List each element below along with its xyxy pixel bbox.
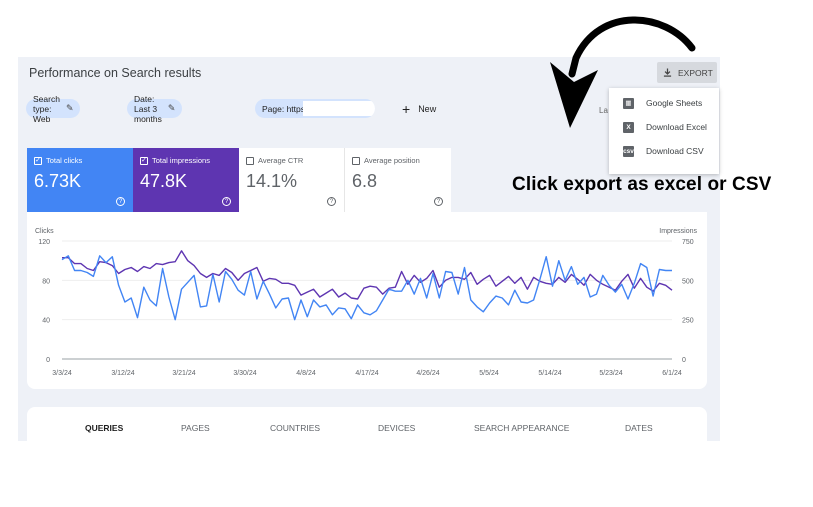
search-type-label: Search type: Web [33,93,60,124]
metric-card-total-impressions[interactable]: ✓ Total impressions 47.8K ? [133,148,239,212]
right-tick-label: 750 [682,239,694,246]
menu-item-label: Download CSV [646,146,704,156]
page-url-field[interactable] [303,101,375,116]
new-filter-button[interactable]: + New [402,102,436,116]
x-tick-label: 3/12/24 [111,370,134,377]
metric-card-average-position[interactable]: Average position 6.8 ? [345,148,451,212]
new-label: New [418,104,437,114]
dimension-tabs: QUERIES PAGES COUNTRIES DEVICES SEARCH A… [27,407,707,441]
metric-label: Total impressions [152,156,210,165]
right-tick-label: 250 [682,318,694,325]
x-tick-label: 4/8/24 [296,370,316,377]
performance-chart: 0 40 80 120 0 250 500 750 Clicks Impressions 3/3/2… [27,212,707,389]
x-tick-label: 5/5/24 [479,370,499,377]
x-tick-label: 3/3/24 [52,370,72,377]
date-chip[interactable]: Date: Last 3 months ✎ [127,94,183,124]
tab-devices[interactable]: DEVICES [378,423,415,433]
left-tick-label: 0 [46,357,50,364]
x-tick-label: 5/14/24 [538,370,561,377]
csv-icon: csv [623,145,634,157]
page-filter-chip[interactable]: Page: https:/ [255,99,375,118]
metric-label: Average CTR [258,156,304,165]
left-tick-label: 120 [38,239,50,246]
search-type-chip[interactable]: Search type: Web ✎ [26,94,81,124]
x-tick-label: 6/1/24 [662,370,682,377]
checkbox-empty-icon[interactable] [352,156,360,165]
instruction-caption: Click export as excel or CSV [512,174,772,195]
x-tick-label: 4/17/24 [355,370,378,377]
left-tick-label: 80 [42,278,50,285]
metric-label: Total clicks [46,156,83,165]
help-icon[interactable]: ? [116,197,125,206]
checkbox-empty-icon[interactable] [246,156,254,165]
impressions-series-line [62,250,673,300]
x-tick-label: 4/26/24 [416,370,439,377]
tab-countries[interactable]: COUNTRIES [270,423,320,433]
help-icon[interactable]: ? [222,197,231,206]
metric-value: 6.8 [352,171,378,191]
x-tick-label: 3/30/24 [233,370,256,377]
curved-arrow-icon [550,16,696,128]
tab-queries[interactable]: QUERIES [85,423,123,433]
date-label: Date: Last 3 months [134,93,162,124]
right-axis-label: Impressions [659,228,697,235]
help-icon[interactable]: ? [327,197,336,206]
plus-icon: + [402,101,411,117]
checkbox-checked-icon[interactable]: ✓ [140,156,148,165]
tab-pages[interactable]: PAGES [181,423,210,433]
x-tick-label: 3/21/24 [172,370,195,377]
edit-icon: ✎ [167,103,176,113]
left-axis-label: Clicks [35,228,54,235]
stage: Performance on Search results EXPORT Sea… [0,0,813,507]
checkbox-checked-icon[interactable]: ✓ [34,156,42,165]
tab-dates[interactable]: DATES [625,423,653,433]
menu-item-download-csv[interactable]: csv Download CSV [609,141,719,161]
metric-value: 6.73K [34,171,82,191]
metric-card-average-ctr[interactable]: Average CTR 14.1% ? [239,148,345,212]
metric-card-total-clicks[interactable]: ✓ Total clicks 6.73K ? [27,148,133,212]
right-tick-label: 0 [682,357,686,364]
chart-svg: 0 40 80 120 0 250 500 750 Clicks Impressions 3/3/2… [35,228,698,377]
edit-icon: ✎ [65,103,74,113]
metric-value: 47.8K [140,171,188,191]
help-icon[interactable]: ? [434,197,443,206]
x-tick-label: 5/23/24 [599,370,622,377]
tab-search-appearance[interactable]: SEARCH APPEARANCE [474,423,569,433]
metric-label: Average position [364,156,420,165]
page-title: Performance on Search results [29,66,202,80]
metric-value: 14.1% [246,171,298,191]
right-tick-label: 500 [682,278,694,285]
left-tick-label: 40 [42,318,50,325]
